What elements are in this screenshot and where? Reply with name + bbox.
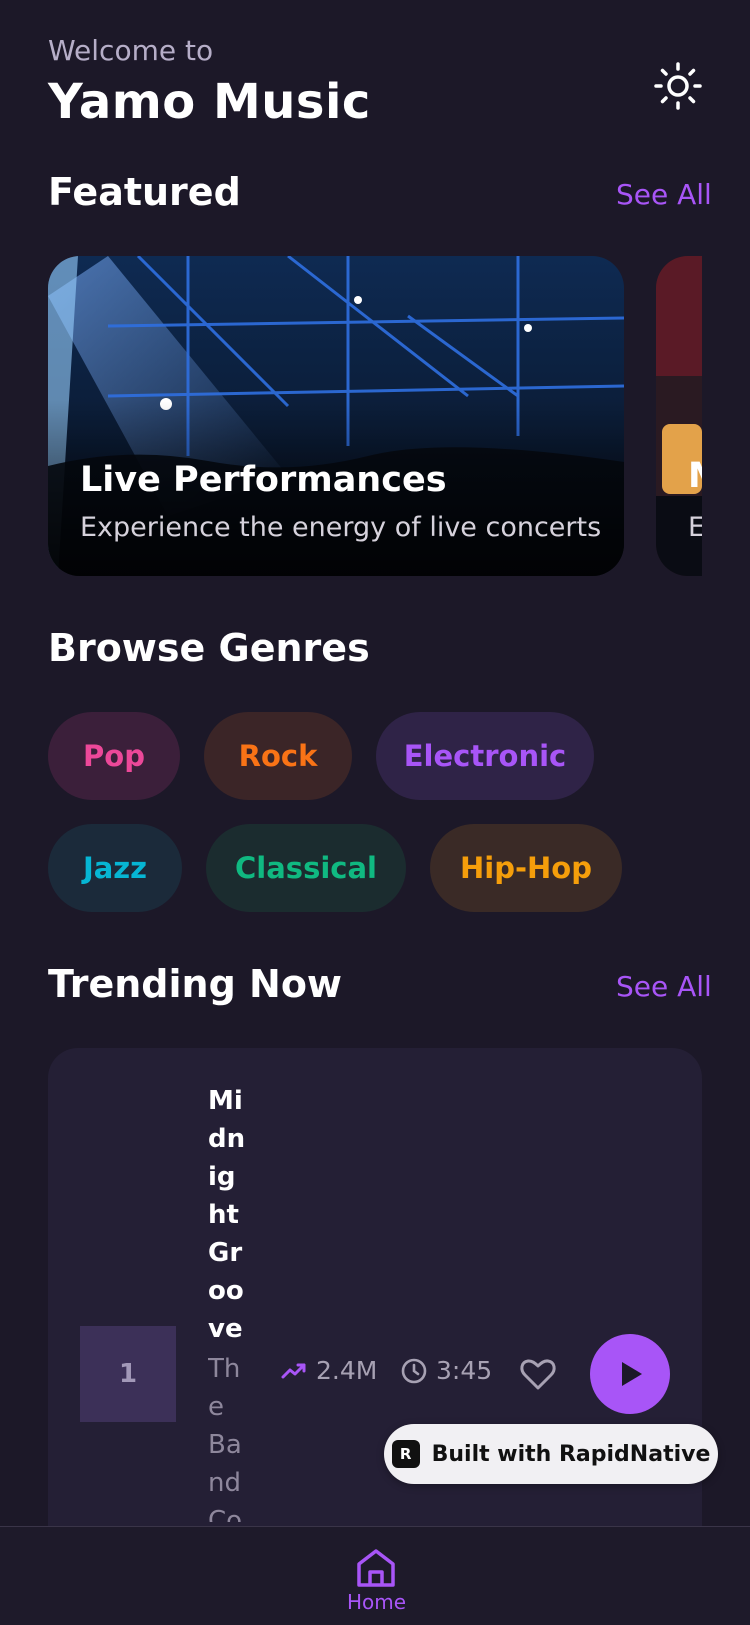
clock-icon bbox=[401, 1358, 427, 1383]
trending-up-icon bbox=[281, 1363, 306, 1378]
featured-card-subtitle: E bbox=[688, 512, 702, 543]
nav-home-button[interactable] bbox=[354, 1546, 398, 1590]
welcome-text: Welcome to bbox=[48, 34, 214, 67]
featured-card-subtitle: Experience the energy of live concerts bbox=[80, 512, 602, 543]
featured-heading: Featured bbox=[48, 170, 241, 214]
featured-see-all-link[interactable]: See All bbox=[616, 178, 712, 211]
nav-home-label[interactable]: Home bbox=[347, 1590, 406, 1614]
genre-chip-pop[interactable]: Pop bbox=[48, 712, 180, 800]
track-plays: 2.4M bbox=[280, 1356, 377, 1385]
featured-card-second[interactable]: M E bbox=[656, 256, 702, 576]
play-button[interactable] bbox=[590, 1334, 670, 1414]
track-plays-value: 2.4M bbox=[316, 1356, 378, 1385]
sun-icon bbox=[654, 62, 702, 110]
track-artist: The Band Co bbox=[208, 1354, 243, 1522]
play-icon bbox=[622, 1362, 642, 1386]
trending-see-all-link[interactable]: See All bbox=[616, 970, 712, 1003]
badge-label: Built with RapidNative bbox=[431, 1441, 711, 1467]
genre-chip-jazz[interactable]: Jazz bbox=[48, 824, 182, 912]
theme-toggle-button[interactable] bbox=[650, 58, 706, 114]
heart-icon bbox=[520, 1359, 556, 1390]
genre-chip-hip-hop[interactable]: Hip-Hop bbox=[430, 824, 622, 912]
favorite-button[interactable] bbox=[518, 1354, 558, 1394]
genres-heading: Browse Genres bbox=[48, 626, 370, 670]
trending-list-item[interactable] bbox=[48, 1048, 702, 1568]
featured-card-live-performances[interactable]: Live Performances Experience the energy … bbox=[48, 256, 624, 576]
trending-heading: Trending Now bbox=[48, 962, 343, 1006]
featured-card-title: Live Performances bbox=[80, 460, 447, 500]
track-rank: 1 bbox=[80, 1326, 176, 1422]
built-with-badge[interactable]: R Built with RapidNative bbox=[384, 1424, 718, 1484]
genre-chip-rock[interactable]: Rock bbox=[204, 712, 352, 800]
app-title: Yamo Music bbox=[48, 74, 371, 130]
featured-card-title: M bbox=[688, 456, 702, 496]
track-duration-value: 3:45 bbox=[436, 1356, 493, 1385]
track-title: Midnight Groove bbox=[208, 1086, 246, 1344]
home-icon bbox=[357, 1549, 395, 1587]
track-duration: 3:45 bbox=[400, 1356, 492, 1385]
genre-chip-classical[interactable]: Classical bbox=[206, 824, 406, 912]
genre-chip-electronic[interactable]: Electronic bbox=[376, 712, 594, 800]
rapidnative-logo-icon: R bbox=[391, 1440, 420, 1468]
